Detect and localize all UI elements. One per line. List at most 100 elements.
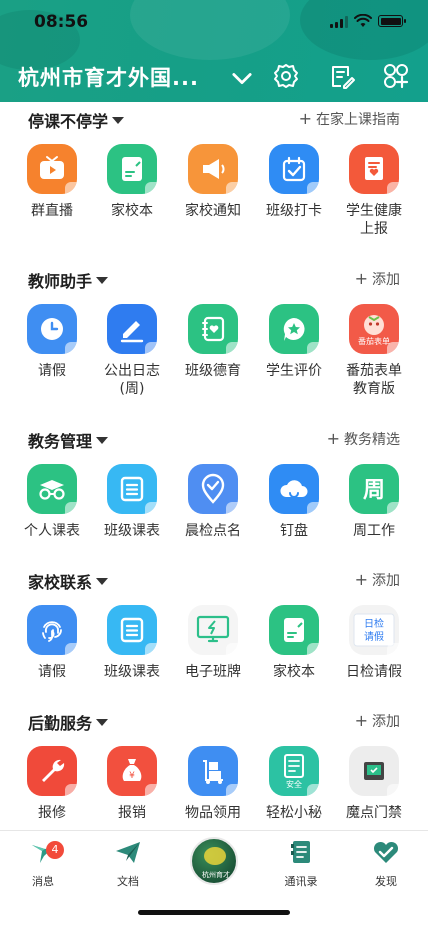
app-label: 班级德育 [185, 363, 241, 379]
list-icon [107, 464, 157, 514]
wrench-icon [27, 746, 77, 796]
contacts-icon [291, 841, 310, 863]
status-time: 08:56 [34, 12, 89, 32]
section-title: 教务管理 [28, 432, 93, 451]
app-item[interactable]: 班级课表 [92, 464, 172, 540]
health-form-icon [349, 144, 399, 194]
app-label: 轻松小秘 [266, 805, 322, 821]
section-action-label: 添加 [372, 573, 400, 589]
app-item[interactable]: 群直播 [12, 144, 92, 220]
app-item[interactable]: 学生健康 上报 [334, 144, 414, 238]
app-label: 物品领用 [185, 805, 241, 821]
app-label: 请假 [38, 664, 66, 680]
section-action-button[interactable]: + 教务精选 [327, 429, 400, 449]
app-item[interactable]: 物品领用 [173, 746, 253, 822]
app-item[interactable]: 请假 [12, 605, 92, 681]
section-header: 后勤服务 + 添加 [0, 710, 428, 734]
app-item[interactable]: 班级打卡 [254, 144, 334, 220]
battery-icon [378, 15, 406, 27]
star-bubble-icon [269, 304, 319, 354]
money-bag-icon: ¥ [107, 746, 157, 796]
notebook-heart-icon [188, 304, 238, 354]
school-logo-icon[interactable]: 杭州育才 [190, 837, 238, 885]
school-name: 杭州市育才外国... [18, 66, 199, 90]
cart-icon [188, 746, 238, 796]
section-title: 教师助手 [28, 272, 93, 291]
app-item[interactable]: 请假 [12, 304, 92, 380]
section-action-button[interactable]: + 添加 [355, 711, 400, 731]
section-title-toggle[interactable]: 家校联系 [28, 569, 109, 593]
app-label: 报销 [118, 805, 146, 821]
app-item[interactable]: 周 周工作 [334, 464, 414, 540]
add-app-icon[interactable] [382, 62, 410, 90]
app-label: 钉盘 [280, 523, 308, 539]
tv-icon [27, 144, 77, 194]
edit-document-icon[interactable] [328, 62, 356, 90]
monitor-icon [188, 605, 238, 655]
section-title-toggle[interactable]: 教务管理 [28, 428, 109, 452]
tab-messages[interactable]: 4 消息 [8, 837, 78, 889]
section-header: 教务管理 + 教务精选 [0, 428, 428, 452]
tab-discover[interactable]: 发现 [351, 837, 421, 889]
app-item[interactable]: 班级德育 [173, 304, 253, 380]
tab-label: 通讯录 [284, 875, 318, 888]
app-label: 个人课表 [24, 523, 80, 539]
app-label: 番茄表单 教育版 [346, 363, 402, 397]
app-label: 晨检点名 [185, 523, 241, 539]
plus-icon: + [326, 429, 340, 448]
cellular-signal-icon [330, 16, 350, 28]
app-item[interactable]: 公出日志 (周) [92, 304, 172, 398]
heart-discover-icon [373, 841, 399, 863]
caret-down-icon [96, 277, 109, 284]
section-action-label: 在家上课指南 [316, 112, 400, 128]
app-label: 魔点门禁 [346, 805, 402, 821]
app-label: 群直播 [31, 203, 73, 219]
app-item[interactable]: 番茄表单 番茄表单 教育版 [334, 304, 414, 398]
app-label: 家校通知 [185, 203, 241, 219]
app-item[interactable]: 晨检点名 [173, 464, 253, 540]
section-header: 教师助手 + 添加 [0, 268, 428, 292]
plus-icon: + [354, 570, 368, 589]
section-action-button[interactable]: + 添加 [355, 570, 400, 590]
section-action-button[interactable]: + 添加 [355, 269, 400, 289]
app-item[interactable]: ¥ 报销 [92, 746, 172, 822]
app-item[interactable]: 报修 [12, 746, 92, 822]
app-item[interactable]: 个人课表 [12, 464, 92, 540]
tab-label: 消息 [32, 875, 54, 888]
app-item[interactable]: 班级课表 [92, 605, 172, 681]
list-icon [107, 605, 157, 655]
app-item[interactable]: 钉盘 [254, 464, 334, 540]
app-item[interactable]: 学生评价 [254, 304, 334, 380]
app-item[interactable]: 家校本 [92, 144, 172, 220]
daily-check-icon: 日检 请假 [349, 605, 399, 655]
section-header: 停课不停学 + 在家上课指南 [0, 108, 428, 132]
tab-contacts[interactable]: 通讯录 [266, 837, 336, 889]
tab-documents[interactable]: 文档 [93, 837, 163, 889]
section-action-label: 教务精选 [344, 432, 400, 448]
app-item[interactable]: 家校通知 [173, 144, 253, 220]
app-item[interactable]: 魔点门禁 [334, 746, 414, 822]
app-item[interactable]: 电子班牌 [173, 605, 253, 681]
app-label: 电子班牌 [185, 664, 241, 680]
megaphone-icon [188, 144, 238, 194]
app-item[interactable]: 家校本 [254, 605, 334, 681]
section-title-toggle[interactable]: 教师助手 [28, 268, 109, 292]
section-title-toggle[interactable]: 停课不停学 [28, 108, 125, 132]
note-icon [107, 144, 157, 194]
svg-text:日检: 日检 [364, 617, 384, 630]
school-selector[interactable]: 杭州市育才外国... [18, 62, 199, 92]
svg-text:¥: ¥ [129, 771, 135, 781]
door-icon [349, 746, 399, 796]
section-title-toggle[interactable]: 后勤服务 [28, 710, 109, 734]
gear-icon[interactable] [272, 62, 300, 90]
app-label: 家校本 [111, 203, 153, 219]
svg-text:番茄表单: 番茄表单 [358, 336, 390, 346]
pen-icon [107, 304, 157, 354]
section-action-button[interactable]: + 在家上课指南 [299, 109, 400, 129]
app-item[interactable]: 安全 轻松小秘 [254, 746, 334, 822]
app-item[interactable]: 日检 请假 日检请假 [334, 605, 414, 681]
app-label: 家校本 [273, 664, 315, 680]
section-header: 家校联系 + 添加 [0, 569, 428, 593]
chevron-down-icon[interactable] [228, 64, 256, 92]
app-label: 班级打卡 [266, 203, 322, 219]
